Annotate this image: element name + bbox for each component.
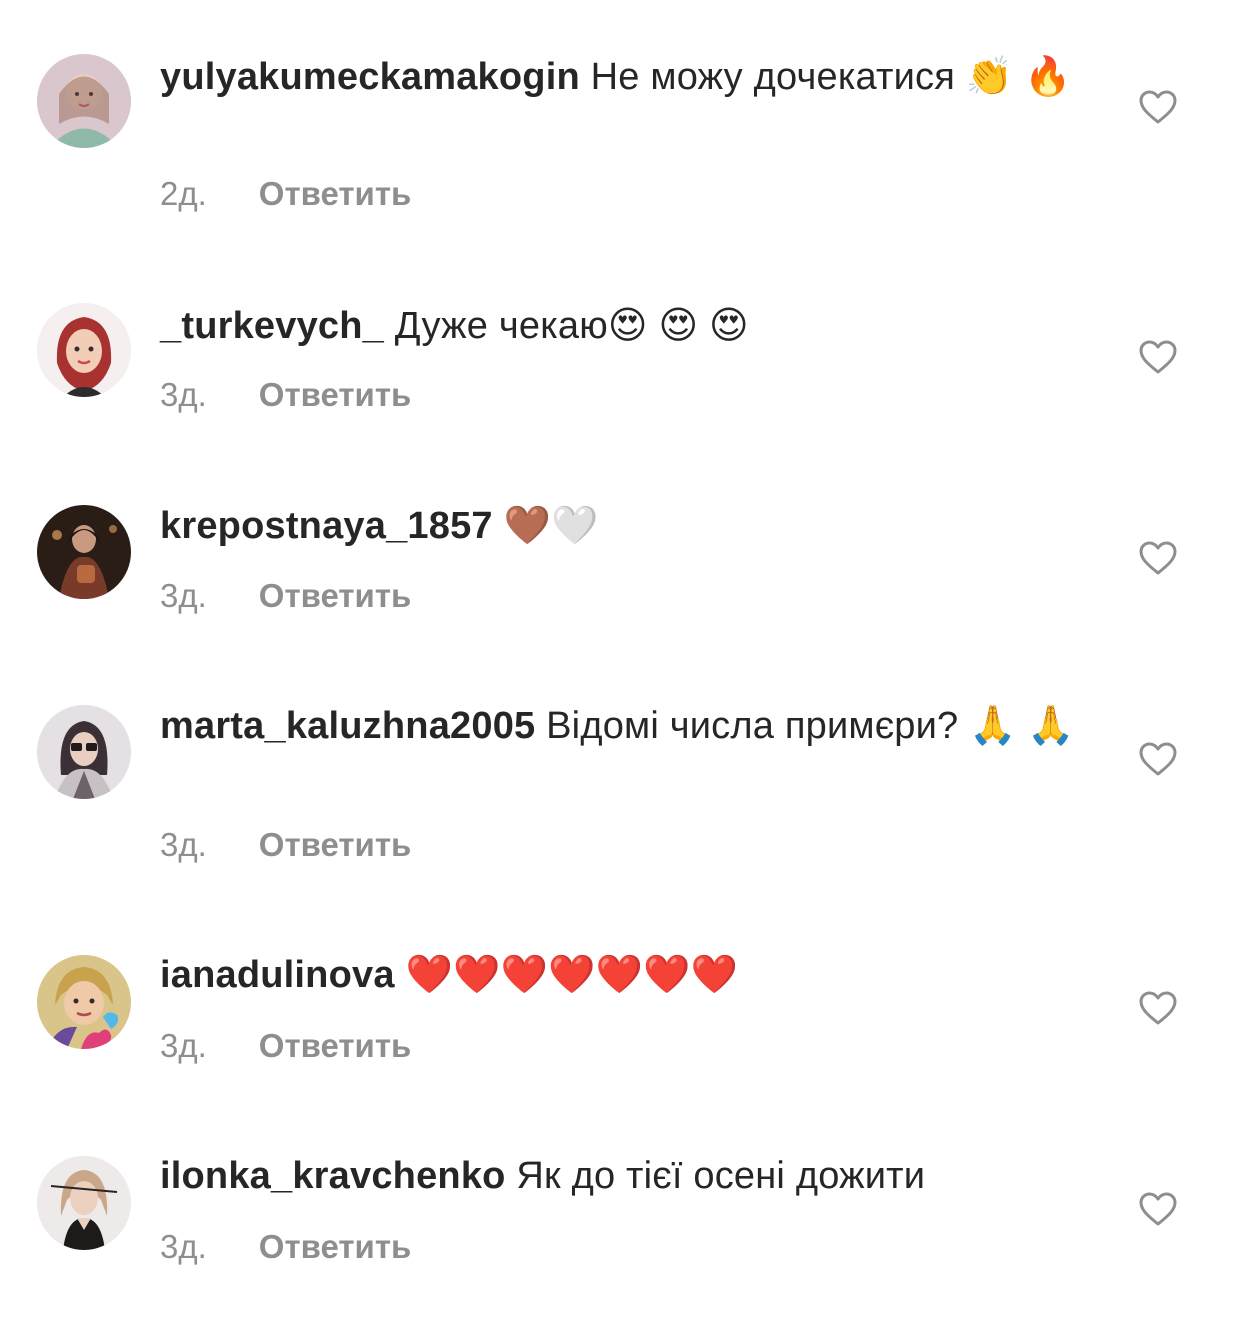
avatar[interactable]	[37, 705, 131, 799]
comment-time: 2д.	[160, 175, 207, 212]
comment-meta: 2д. Ответить	[160, 174, 411, 214]
avatar-image	[37, 303, 131, 397]
avatar-image	[37, 1156, 131, 1250]
comment-time: 3д.	[160, 826, 207, 863]
reply-button[interactable]: Ответить	[259, 375, 412, 415]
comment-text: yulyakumeckamakogin Не можу дочекатися 👏…	[160, 52, 1090, 102]
comment-username[interactable]: ianadulinova	[160, 954, 395, 996]
comment-text: marta_kaluzhna2005 Відомі числа примєри?…	[160, 701, 1090, 751]
reply-button[interactable]: Ответить	[259, 825, 412, 865]
comment-body: Дуже чекаю😍 😍 😍	[394, 305, 749, 347]
comment-text: _turkevych_ Дуже чекаю😍 😍 😍	[160, 301, 1090, 351]
comment-username[interactable]: ilonka_kravchenko	[160, 1155, 506, 1197]
comment-time: 3д.	[160, 376, 207, 413]
comment-time: 3д.	[160, 1027, 207, 1064]
like-button[interactable]	[1138, 990, 1178, 1026]
heart-outline-icon	[1139, 541, 1177, 575]
comment-username[interactable]: yulyakumeckamakogin	[160, 56, 580, 98]
comment-body: Не можу дочекатися 👏 🔥	[590, 56, 1072, 98]
comment-text: ianadulinova ❤️❤️❤️❤️❤️❤️❤️	[160, 950, 1090, 1000]
comment-body: Відомі числа примєри? 🙏 🙏	[546, 705, 1075, 747]
comment-text: krepostnaya_1857 🤎🤍	[160, 501, 1090, 551]
comment-meta: 3д. Ответить	[160, 375, 411, 415]
comment-body: ❤️❤️❤️❤️❤️❤️❤️	[405, 954, 739, 996]
comment-time: 3д.	[160, 577, 207, 614]
like-button[interactable]	[1138, 1191, 1178, 1227]
comment-meta: 3д. Ответить	[160, 576, 411, 616]
reply-button[interactable]: Ответить	[259, 576, 412, 616]
like-button[interactable]	[1138, 741, 1178, 777]
comment-body: Як до тієї осені дожити	[516, 1155, 926, 1197]
heart-outline-icon	[1139, 340, 1177, 374]
comment-meta: 3д. Ответить	[160, 1227, 411, 1267]
avatar-image	[37, 955, 131, 1049]
comment-username[interactable]: marta_kaluzhna2005	[160, 705, 535, 747]
comment-meta: 3д. Ответить	[160, 1026, 411, 1066]
avatar[interactable]	[37, 955, 131, 1049]
comment-body: 🤎🤍	[503, 505, 599, 547]
comment-meta: 3д. Ответить	[160, 825, 411, 865]
avatar-image	[37, 54, 131, 148]
avatar[interactable]	[37, 54, 131, 148]
avatar-image	[37, 505, 131, 599]
comment-time: 3д.	[160, 1228, 207, 1265]
comment-username[interactable]: krepostnaya_1857	[160, 505, 493, 547]
reply-button[interactable]: Ответить	[259, 174, 412, 214]
avatar-image	[37, 705, 131, 799]
comment-username[interactable]: _turkevych_	[160, 305, 384, 347]
comment-text: ilonka_kravchenko Як до тієї осені дожит…	[160, 1151, 1090, 1201]
like-button[interactable]	[1138, 339, 1178, 375]
heart-outline-icon	[1139, 90, 1177, 124]
reply-button[interactable]: Ответить	[259, 1026, 412, 1066]
like-button[interactable]	[1138, 540, 1178, 576]
heart-outline-icon	[1139, 1192, 1177, 1226]
avatar[interactable]	[37, 505, 131, 599]
avatar[interactable]	[37, 1156, 131, 1250]
reply-button[interactable]: Ответить	[259, 1227, 412, 1267]
heart-outline-icon	[1139, 742, 1177, 776]
avatar[interactable]	[37, 303, 131, 397]
heart-outline-icon	[1139, 991, 1177, 1025]
like-button[interactable]	[1138, 89, 1178, 125]
